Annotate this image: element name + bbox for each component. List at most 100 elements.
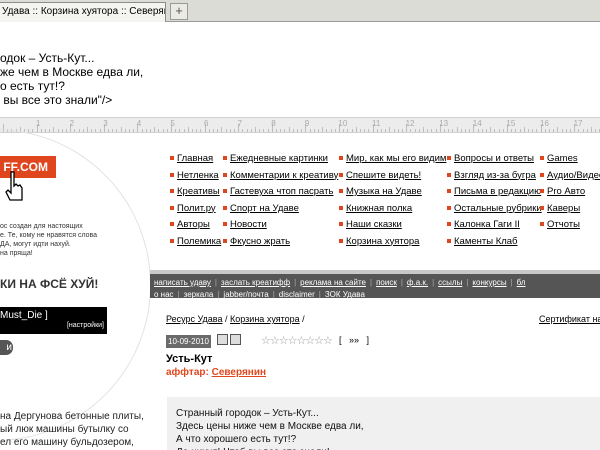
ruler-tick xyxy=(150,129,151,132)
ruler-tick xyxy=(322,127,324,132)
nav-item-label[interactable]: Фкусно жрать xyxy=(230,236,290,247)
nav-item[interactable]: Новости xyxy=(223,218,338,235)
ruler-tick xyxy=(183,129,185,132)
nav-item-label[interactable]: Вопросы и ответы xyxy=(454,153,534,164)
nav-item-label[interactable]: Письма в редакцию xyxy=(454,186,541,197)
nav-item[interactable]: Полит.ру xyxy=(170,202,221,219)
nav-item[interactable]: Наши сказки xyxy=(339,218,446,235)
nav-item-label[interactable]: Games xyxy=(547,153,578,164)
nav-item[interactable]: Корзина хуятора xyxy=(339,235,446,252)
username[interactable]: Must_Die ] xyxy=(0,310,48,321)
nav-item-label[interactable]: Полемика xyxy=(177,236,221,247)
nav-item[interactable]: Фкусно жрать xyxy=(223,235,338,252)
breadcrumb-section[interactable]: Корзина хуятора xyxy=(230,314,300,324)
browser-tab[interactable]: Удава :: Корзина хуятора :: Северянин - … xyxy=(0,2,166,22)
ruler-tick xyxy=(57,129,59,132)
menu-link[interactable]: зеркала xyxy=(180,290,218,299)
nav-item[interactable]: Отчоты xyxy=(540,218,600,235)
menu-link[interactable]: о нас xyxy=(150,290,178,299)
ruler-number: 6 xyxy=(204,119,209,128)
nav-item-label[interactable]: Аудио/Видео xyxy=(547,170,600,181)
bullet-icon xyxy=(339,205,343,210)
menu-link[interactable]: поиск xyxy=(372,278,401,287)
nav-item-label[interactable]: Книжная полка xyxy=(346,203,412,214)
nav-item-label[interactable]: Спорт на Удаве xyxy=(230,203,299,214)
left-article-text: на Дергунова бетонные плиты, ый люк маши… xyxy=(0,411,144,448)
nav-item[interactable]: Авторы xyxy=(170,218,221,235)
nav-item[interactable]: Аудио/Видео xyxy=(540,169,600,186)
nav-item[interactable]: Музыка на Удаве xyxy=(339,185,446,202)
nav-item[interactable]: Письма в редакцию xyxy=(447,185,542,202)
nav-item-label[interactable]: Музыка на Удаве xyxy=(346,186,422,197)
nav-item-label[interactable]: Комментарии к креативу xyxy=(230,170,338,181)
nav-item[interactable]: Нетленка xyxy=(170,169,221,186)
nav-item[interactable]: Мир, как мы его видим xyxy=(339,152,446,169)
new-tab-button[interactable]: + xyxy=(170,3,188,20)
nav-item[interactable]: Взгляд из-за бугра xyxy=(447,169,542,186)
nav-item[interactable]: Комментарии к креативу xyxy=(223,169,338,186)
certificate-link[interactable]: Сертификат на xyxy=(539,314,600,324)
menu-link[interactable]: заслать креатифф xyxy=(217,278,294,287)
nav-item-label[interactable]: Наши сказки xyxy=(346,219,402,230)
nav-item[interactable]: Калонка Гаги II xyxy=(447,218,542,235)
menu-link[interactable]: написать удаву xyxy=(150,278,215,287)
exit-button[interactable]: и xyxy=(0,340,13,355)
nav-item-label[interactable]: Главная xyxy=(177,153,213,164)
menu-link[interactable]: реклама на сайте xyxy=(296,278,370,287)
nav-item[interactable]: Остальные рубрики xyxy=(447,202,542,219)
nav-item-label[interactable]: Корзина хуятора xyxy=(346,236,419,247)
nav-item-label[interactable]: Мир, как мы его видим xyxy=(346,153,446,164)
nav-item[interactable]: Вопросы и ответы xyxy=(447,152,542,169)
nav-item[interactable]: Спешите видеть! xyxy=(339,169,446,186)
nav-item-label[interactable]: Остальные рубрики xyxy=(454,203,542,214)
nav-item-label[interactable]: Калонка Гаги II xyxy=(454,219,520,230)
menu-link[interactable]: конкурсы xyxy=(468,278,510,287)
nav-item[interactable]: Главная xyxy=(170,152,221,169)
ruler-tick xyxy=(519,129,521,132)
menu-link[interactable]: ссылы xyxy=(434,278,466,287)
menu-link[interactable]: jabber/почта xyxy=(219,290,272,299)
nav-item-label[interactable]: Взгляд из-за бугра xyxy=(454,170,536,181)
nav-item[interactable]: Каменты Клаб xyxy=(447,235,542,252)
author-link[interactable]: Северянин xyxy=(212,367,266,378)
breadcrumb: Ресурс Удава / Корзина хуятора / xyxy=(166,314,305,324)
ruler-tick xyxy=(414,129,416,132)
ruler-tick xyxy=(393,129,395,132)
ruler-number: 3 xyxy=(103,119,108,128)
nav-item-label[interactable]: Каменты Клаб xyxy=(454,236,518,247)
nav-item[interactable]: Games xyxy=(540,152,600,169)
nav-item[interactable]: Каверы xyxy=(540,202,600,219)
rating-stars[interactable]: ☆☆☆☆☆☆☆☆ xyxy=(261,334,333,347)
settings-link[interactable]: [настройки] xyxy=(67,322,104,329)
nav-item-label[interactable]: Спешите видеть! xyxy=(346,170,421,181)
ruler-tick xyxy=(326,129,328,132)
nav-item-label[interactable]: Каверы xyxy=(547,203,580,214)
nav-item-label[interactable]: Авторы xyxy=(177,219,210,230)
menu-link[interactable]: disclaimer xyxy=(275,290,319,299)
print-alt-icon[interactable] xyxy=(230,334,241,345)
next-post-link[interactable]: [ »» ] xyxy=(339,335,369,345)
nav-item-label[interactable]: Полит.ру xyxy=(177,203,216,214)
nav-item[interactable]: Полемика xyxy=(170,235,221,252)
nav-item[interactable]: Креативы xyxy=(170,185,221,202)
nav-item-label[interactable]: Гастевуха чтоп пасрать xyxy=(230,186,333,197)
nav-item-label[interactable]: Новости xyxy=(230,219,267,230)
nav-item[interactable]: Спорт на Удаве xyxy=(223,202,338,219)
nav-column: Мир, как мы его видим Спешите видеть! Музы… xyxy=(339,152,446,251)
nav-item[interactable]: Pro Авто xyxy=(540,185,600,202)
print-icon[interactable] xyxy=(217,334,228,345)
nav-item[interactable]: Ежедневные картинки xyxy=(223,152,338,169)
nav-item[interactable]: Книжная полка xyxy=(339,202,446,219)
menu-link[interactable]: ЗОК Удава xyxy=(321,290,369,299)
nav-item-label[interactable]: Креативы xyxy=(177,186,220,197)
nav-item-label[interactable]: Отчоты xyxy=(547,219,580,230)
menu-link[interactable]: ф.а.к. xyxy=(403,278,432,287)
nav-item-label[interactable]: Ежедневные картинки xyxy=(230,153,328,164)
nav-item-label[interactable]: Нетленка xyxy=(177,170,219,181)
breadcrumb-home[interactable]: Ресурс Удава xyxy=(166,314,222,324)
ruler-tick xyxy=(133,129,135,132)
ruler-tick xyxy=(364,129,366,132)
nav-item[interactable]: Гастевуха чтоп пасрать xyxy=(223,185,338,202)
nav-item-label[interactable]: Pro Авто xyxy=(547,186,585,197)
menu-link[interactable]: бл xyxy=(513,278,530,287)
